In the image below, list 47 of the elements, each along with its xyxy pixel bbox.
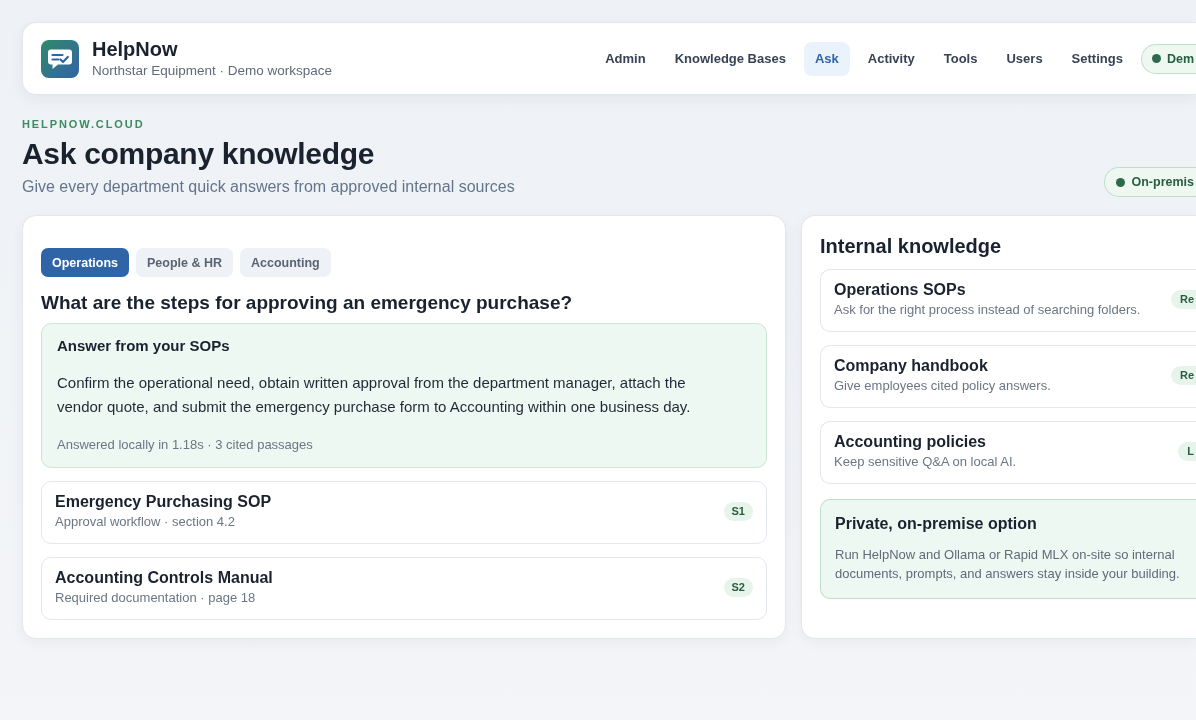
knowledge-item[interactable]: Company handbook Give employees cited policy answers. Re [820,345,1196,408]
citation-tag: S2 [723,578,753,597]
status-tag: L [1178,442,1196,461]
answer-text: Confirm the operational need, obtain written approval from the department manager, attach the vendor quote, and submit the emergency purchase form to Accounting within one business day. [57,373,692,417]
knowledge-description: Ask for the right process instead of searching folders. [834,301,1141,319]
source-detail: Required documentation · page 18 [55,589,257,607]
knowledge-item[interactable]: Accounting policies Keep sensitive Q&A on local AI. L [820,421,1196,484]
callout-title: Private, on-premise option [835,514,1038,534]
nav-link[interactable]: Activity [856,41,926,76]
source-title: Accounting Controls Manual [55,568,273,588]
speech-bubble-check-icon [41,39,79,78]
knowledge-title: Accounting policies [834,432,987,452]
brand-name: HelpNow [92,38,179,60]
deployment-label: On-premis [1131,175,1194,189]
status-dot-icon [1116,177,1126,187]
page-subtitle: Give every department quick answers from approved internal sources [22,177,515,197]
source-card[interactable]: Accounting Controls Manual Required documentation · page 18 S2 [41,557,767,620]
source-title: Emergency Purchasing SOP [55,492,272,512]
knowledge-description: Keep sensitive Q&A on local AI. [834,453,1017,471]
answer-title: Answer from your SOPs [57,336,231,356]
question-heading: What are the steps for approving an emergency purchase? [41,291,574,315]
knowledge-title: Operations SOPs [834,280,967,300]
knowledge-title: Company handbook [834,356,989,376]
nav-link[interactable]: Admin [594,41,657,76]
source-card[interactable]: Emergency Purchasing SOP Approval workflow · section 4.2 S1 [41,481,767,544]
knowledge-description: Give employees cited policy answers. [834,377,1051,395]
callout-text: Run HelpNow and Ollama or Rapid MLX on-site so internal documents, prompts, and answers stay inside your building. [835,546,1181,583]
workspace-subtitle: Northstar Equipment · Demo workspace [92,62,333,79]
citation-tag: S1 [723,502,753,521]
panel-title: Internal knowledge [820,234,1003,258]
status-tag: Re [1170,290,1196,309]
department-tab[interactable]: Operations [41,248,129,277]
page-title: Ask company knowledge [22,136,376,172]
nav-link[interactable]: Ask [803,41,850,76]
nav-link[interactable]: Tools [932,41,989,76]
site-label: HELPNOW.CLOUD [22,117,146,131]
nav-link[interactable]: Settings [1060,41,1134,76]
status-tag: Re [1170,366,1196,385]
source-detail: Approval workflow · section 4.2 [55,513,236,531]
workspace-label: Dem [1166,51,1194,66]
nav-link[interactable]: Knowledge Bases [663,41,797,76]
knowledge-item[interactable]: Operations SOPs Ask for the right process instead of searching folders. Re [820,269,1196,332]
answer-meta: Answered locally in 1.18s · 3 cited passages [57,436,314,454]
nav-link[interactable]: Users [995,41,1054,76]
department-tab[interactable]: Accounting [240,248,331,277]
department-tab[interactable]: People & HR [136,248,233,277]
status-dot-icon [1151,54,1161,63]
